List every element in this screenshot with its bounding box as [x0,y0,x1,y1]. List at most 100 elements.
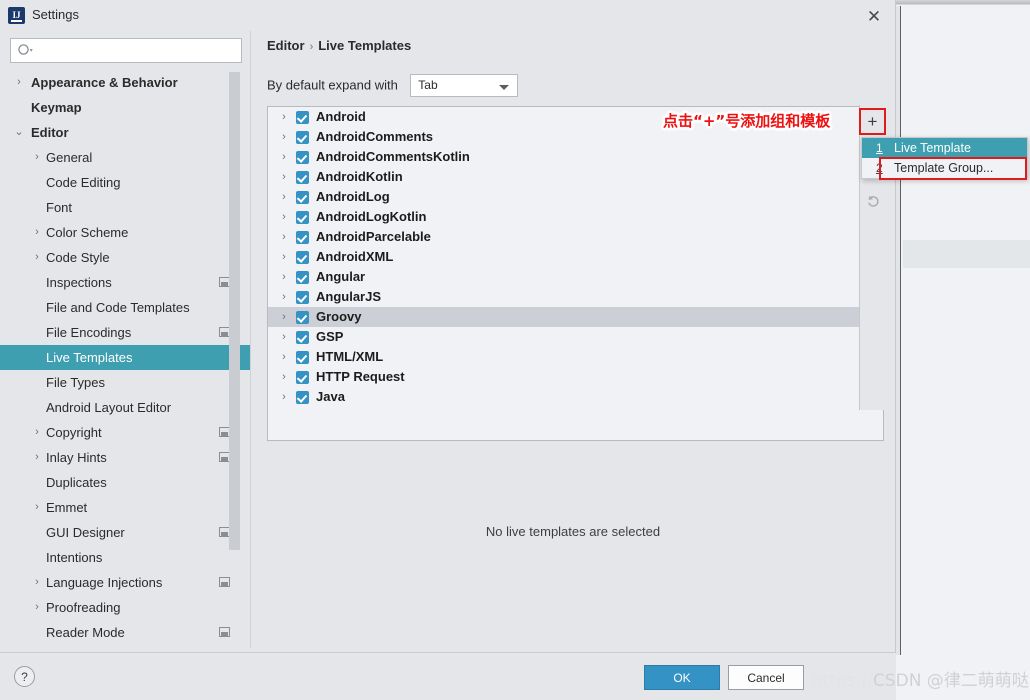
chevron-right-icon[interactable]: › [278,327,290,347]
sidebar-scrollbar-track[interactable] [229,70,245,648]
sidebar-item-intentions[interactable]: Intentions [0,545,250,570]
group-checkbox[interactable] [296,171,309,184]
chevron-right-icon[interactable]: › [278,287,290,307]
search-box[interactable] [10,38,242,63]
template-group-row[interactable]: › AndroidParcelable [268,227,883,247]
chevron-right-icon[interactable]: › [31,595,43,620]
chevron-right-icon[interactable]: › [278,227,290,247]
template-group-row[interactable]: › Groovy [268,307,883,327]
menu-item-label: Template Group... [894,161,994,175]
chevron-right-icon[interactable]: › [31,220,43,245]
sidebar-item-file-types[interactable]: File Types [0,370,250,395]
sidebar-item-language-injections[interactable]: › Language Injections [0,570,250,595]
group-checkbox[interactable] [296,391,309,404]
template-group-row[interactable]: › Angular [268,267,883,287]
sidebar-item-file-encodings[interactable]: File Encodings [0,320,250,345]
template-group-row[interactable]: › Java [268,387,883,407]
group-checkbox[interactable] [296,251,309,264]
sidebar-item-color-scheme[interactable]: › Color Scheme [0,220,250,245]
close-icon[interactable]: ✕ [861,4,887,28]
chevron-down-icon[interactable]: ⌄ [13,120,25,145]
template-group-row[interactable]: › AndroidCommentsKotlin [268,147,883,167]
sidebar-item-editor[interactable]: ⌄ Editor [0,120,250,145]
chevron-right-icon[interactable]: › [31,570,43,595]
breadcrumb-current: Live Templates [318,38,412,53]
template-group-row[interactable]: › HTML/XML [268,347,883,367]
sidebar-item-code-style[interactable]: › Code Style [0,245,250,270]
group-checkbox[interactable] [296,331,309,344]
template-group-row[interactable]: › AngularJS [268,287,883,307]
chevron-right-icon[interactable]: › [278,387,290,407]
cancel-button[interactable]: Cancel [728,665,804,690]
chevron-right-icon[interactable]: › [278,267,290,287]
sidebar-item-code-editing[interactable]: Code Editing [0,170,250,195]
sidebar-scrollbar-thumb[interactable] [229,72,240,550]
breadcrumb-root[interactable]: Editor [267,38,305,53]
ok-button[interactable]: OK [644,665,720,690]
help-button[interactable]: ? [14,666,35,687]
template-group-row[interactable]: › AndroidLog [268,187,883,207]
menu-item-live-template[interactable]: 1 Live Template [862,138,1027,158]
menu-item-template-group[interactable]: 2 Template Group... [862,158,1027,178]
chevron-right-icon[interactable]: › [13,70,25,95]
menu-item-label: Live Template [894,141,971,155]
group-checkbox[interactable] [296,131,309,144]
template-group-row[interactable]: › AndroidLogKotlin [268,207,883,227]
sidebar-item-live-templates[interactable]: Live Templates [0,345,250,370]
group-checkbox[interactable] [296,211,309,224]
sidebar-item-label: General [46,150,93,165]
chevron-right-icon[interactable]: › [278,127,290,147]
search-input[interactable] [39,39,237,62]
background-top-strip [896,0,1030,6]
add-popup-menu[interactable]: 1 Live Template 2 Template Group... [861,137,1028,179]
chevron-right-icon[interactable]: › [278,147,290,167]
template-group-row[interactable]: › AndroidKotlin [268,167,883,187]
template-group-name: AndroidLog [316,189,390,204]
chevron-right-icon[interactable]: › [278,247,290,267]
group-checkbox[interactable] [296,371,309,384]
sidebar-item-general[interactable]: › General [0,145,250,170]
chevron-right-icon[interactable]: › [278,187,290,207]
sidebar-item-copyright[interactable]: › Copyright [0,420,250,445]
sidebar-item-proofreading[interactable]: › Proofreading [0,595,250,620]
sidebar-item-file-and-code-templates[interactable]: File and Code Templates [0,295,250,320]
chevron-right-icon[interactable]: › [31,145,43,170]
sidebar-item-emmet[interactable]: › Emmet [0,495,250,520]
sidebar-item-duplicates[interactable]: Duplicates [0,470,250,495]
modified-badge-icon [219,577,230,587]
sidebar-item-inspections[interactable]: Inspections [0,270,250,295]
group-checkbox[interactable] [296,191,309,204]
group-checkbox[interactable] [296,291,309,304]
chevron-right-icon[interactable]: › [31,445,43,470]
sidebar-item-font[interactable]: Font [0,195,250,220]
sidebar-item-android-layout-editor[interactable]: Android Layout Editor [0,395,250,420]
group-checkbox[interactable] [296,231,309,244]
chevron-right-icon[interactable]: › [278,307,290,327]
sidebar-item-inlay-hints[interactable]: › Inlay Hints [0,445,250,470]
sidebar-item-appearance-behavior[interactable]: › Appearance & Behavior [0,70,250,95]
group-checkbox[interactable] [296,351,309,364]
template-group-row[interactable]: › HTTP Request [268,367,883,387]
group-checkbox[interactable] [296,111,309,124]
sidebar-item-gui-designer[interactable]: GUI Designer [0,520,250,545]
chevron-right-icon[interactable]: › [278,207,290,227]
group-checkbox[interactable] [296,151,309,164]
template-group-row[interactable]: › GSP [268,327,883,347]
expand-with-select[interactable]: Tab [410,74,519,97]
settings-sidebar[interactable]: › Appearance & Behavior Keymap ⌄ Editor › Gene… [0,70,250,648]
revert-button[interactable] [862,190,884,212]
template-group-row[interactable]: › AndroidXML [268,247,883,267]
chevron-right-icon[interactable]: › [31,495,43,520]
chevron-right-icon[interactable]: › [278,367,290,387]
sidebar-item-keymap[interactable]: Keymap [0,95,250,120]
chevron-right-icon[interactable]: › [278,167,290,187]
chevron-right-icon[interactable]: › [31,245,43,270]
group-checkbox[interactable] [296,271,309,284]
sidebar-item-reader-mode[interactable]: Reader Mode [0,620,250,645]
chevron-right-icon[interactable]: › [278,107,290,127]
add-button[interactable]: + [861,110,884,133]
chevron-right-icon[interactable]: › [31,420,43,445]
group-checkbox[interactable] [296,311,309,324]
template-group-list[interactable]: › Android › AndroidComments › AndroidComments… [267,106,884,441]
chevron-right-icon[interactable]: › [278,347,290,367]
